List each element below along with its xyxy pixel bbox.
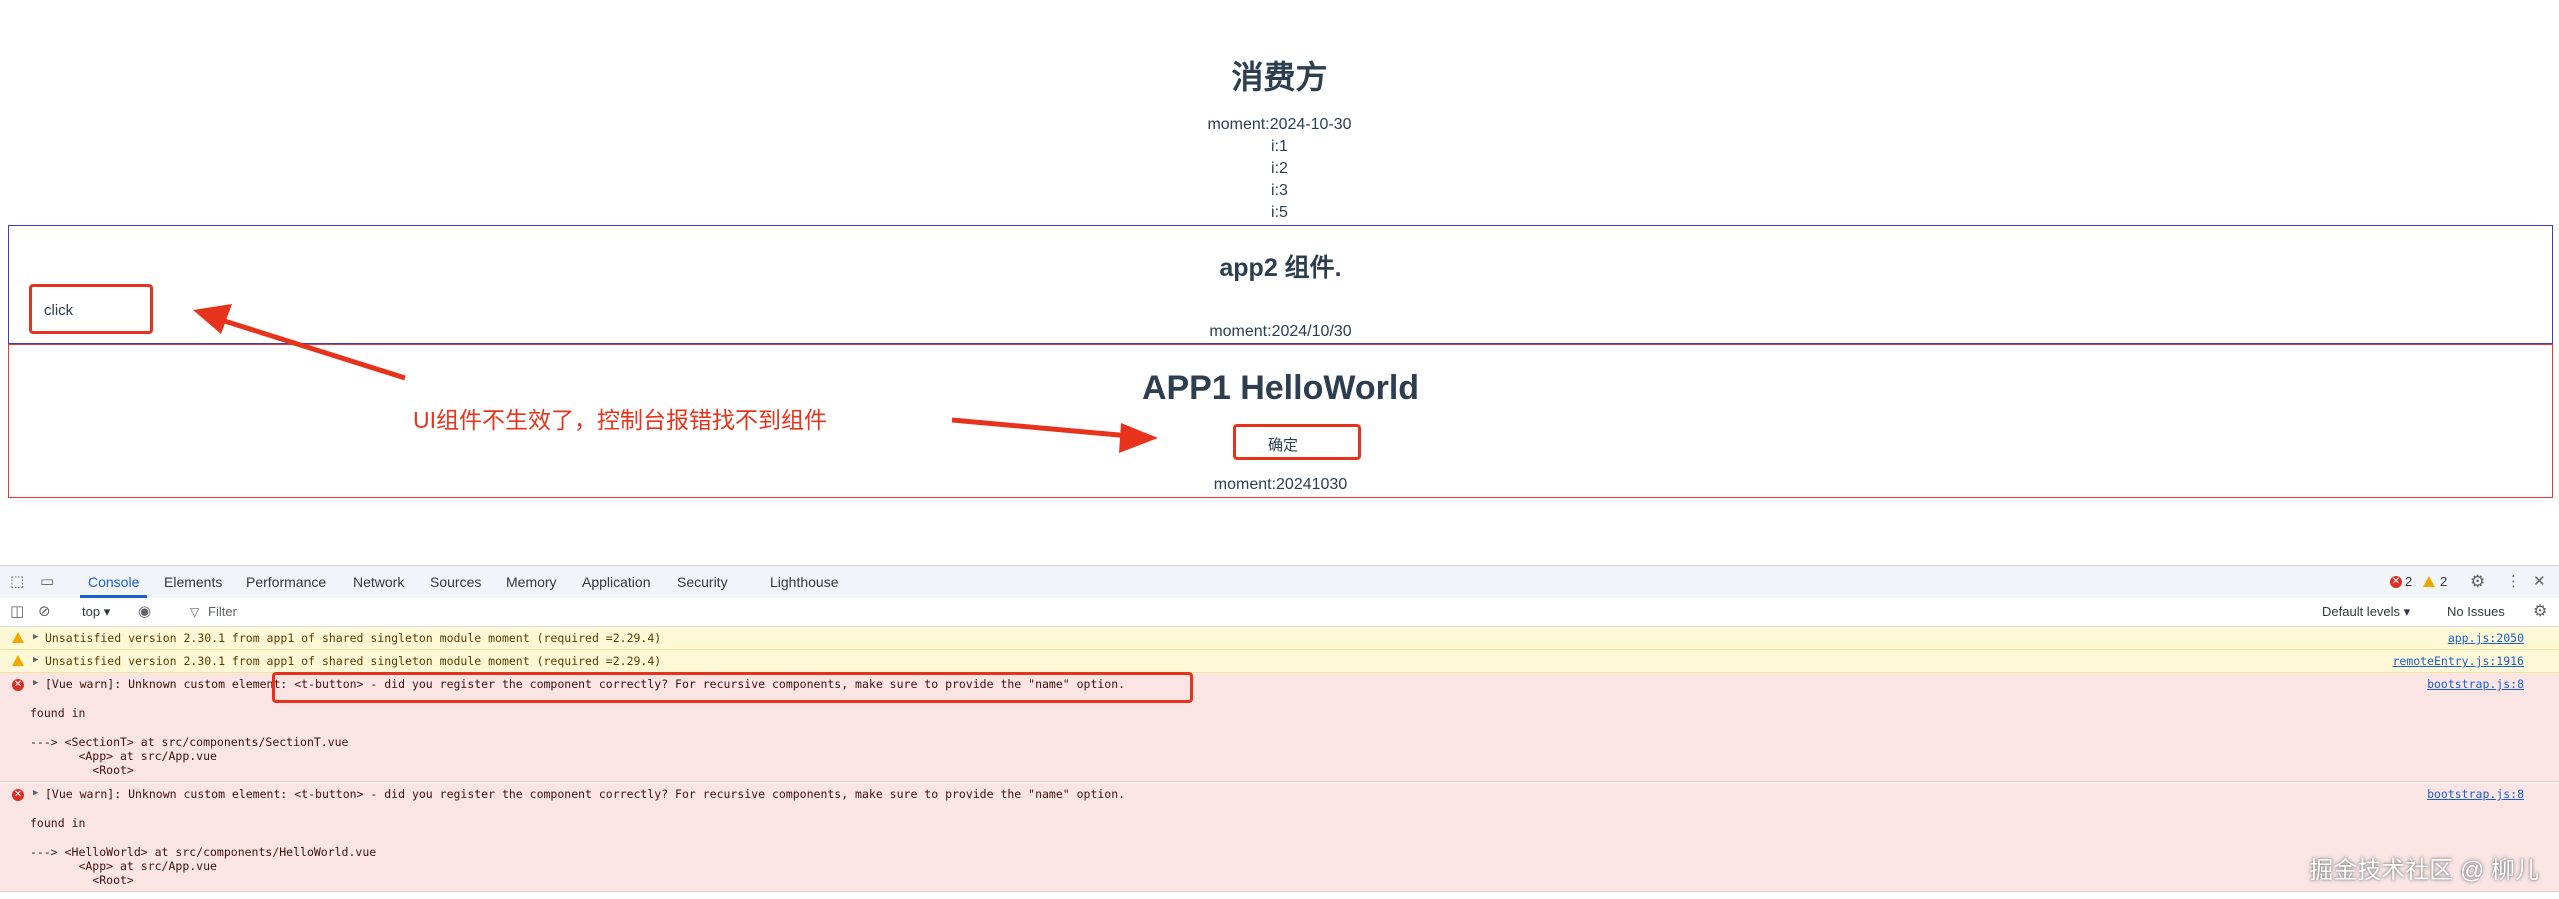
warning-icon xyxy=(12,655,24,666)
filter-icon: ▽ xyxy=(190,605,200,619)
tab-lighthouse[interactable]: Lighthouse xyxy=(770,566,839,598)
error-count-icon[interactable]: ✕ xyxy=(2390,576,2402,588)
close-icon[interactable]: ✕ xyxy=(2533,568,2546,596)
expand-icon[interactable]: ▶ xyxy=(33,655,38,665)
tab-security[interactable]: Security xyxy=(677,566,728,598)
warning-count-icon[interactable] xyxy=(2423,576,2435,587)
filter-input[interactable]: Filter xyxy=(208,598,237,626)
trace-line: <App> at src/App.vue xyxy=(30,859,217,873)
found-in-label: found in xyxy=(30,706,86,720)
console-message[interactable]: ✕ ▶ [Vue warn]: Unknown custom element: … xyxy=(0,783,2559,892)
console-message[interactable]: ▶ Unsatisfied version 2.30.1 from app1 o… xyxy=(0,627,2559,650)
message-text: [Vue warn]: Unknown custom element: <t-b… xyxy=(45,787,1126,801)
tab-performance[interactable]: Performance xyxy=(246,566,326,598)
expand-icon[interactable]: ▶ xyxy=(33,788,38,798)
tab-network[interactable]: Network xyxy=(353,566,404,598)
annotation-text: UI组件不生效了，控制台报错找不到组件 xyxy=(413,407,827,433)
message-text: Unsatisfied version 2.30.1 from app1 of … xyxy=(45,631,662,645)
devtools-tabbar: ⬚ ▭ Console Elements Performance Network… xyxy=(0,566,2559,599)
clear-console-icon[interactable]: ⊘ xyxy=(38,598,51,626)
eye-icon[interactable]: ◉ xyxy=(138,598,151,626)
source-link[interactable]: app.js:2050 xyxy=(2448,631,2524,645)
trace-line: ---> <SectionT> at src/components/Sectio… xyxy=(30,735,349,749)
tab-sources[interactable]: Sources xyxy=(430,566,481,598)
devtools-panel: ⬚ ▭ Console Elements Performance Network… xyxy=(0,565,2559,899)
tab-elements[interactable]: Elements xyxy=(164,566,222,598)
message-text: Unsatisfied version 2.30.1 from app1 of … xyxy=(45,654,662,668)
error-count[interactable]: 2 xyxy=(2405,573,2412,591)
error-icon: ✕ xyxy=(12,679,24,691)
annotation-arrows xyxy=(193,304,1158,453)
sidebar-toggle-icon[interactable]: ◫ xyxy=(10,598,24,626)
settings-gear-icon[interactable]: ⚙ xyxy=(2470,568,2485,596)
expand-icon[interactable]: ▶ xyxy=(33,678,38,688)
console-toolbar: ◫ ⊘ top ▾ ◉ ▽ Filter Default levels ▾ No… xyxy=(0,598,2559,627)
web-page: 消费方 moment:2024-10-30 i:1 i:2 i:3 i:5 ap… xyxy=(0,0,2559,565)
tab-memory[interactable]: Memory xyxy=(506,566,557,598)
source-link[interactable]: bootstrap.js:8 xyxy=(2427,677,2524,691)
source-link[interactable]: remoteEntry.js:1916 xyxy=(2392,654,2524,668)
log-levels-dropdown[interactable]: Default levels ▾ xyxy=(2322,598,2410,626)
arrow-to-confirm-icon xyxy=(951,417,1158,453)
source-link[interactable]: bootstrap.js:8 xyxy=(2427,787,2524,801)
trace-line: <Root> xyxy=(30,873,134,887)
log-levels-label: Default levels xyxy=(2322,604,2401,619)
console-message[interactable]: ▶ Unsatisfied version 2.30.1 from app1 o… xyxy=(0,650,2559,673)
device-toolbar-icon[interactable]: ▭ xyxy=(40,568,54,596)
error-icon: ✕ xyxy=(12,789,24,801)
inspect-element-icon[interactable]: ⬚ xyxy=(10,568,24,596)
found-in-label: found in xyxy=(30,816,86,830)
issues-button[interactable]: No Issues xyxy=(2447,598,2505,626)
trace-line: ---> <HelloWorld> at src/components/Hell… xyxy=(30,845,377,859)
trace-line: <App> at src/App.vue xyxy=(30,749,217,763)
context-label: top xyxy=(82,604,101,619)
warning-icon xyxy=(12,632,24,643)
tab-console[interactable]: Console xyxy=(80,566,148,598)
more-options-icon[interactable]: ⋮ xyxy=(2506,568,2521,596)
tab-application[interactable]: Application xyxy=(582,566,651,598)
warning-count[interactable]: 2 xyxy=(2440,573,2447,591)
watermark: 掘金技术社区 @ 柳儿 xyxy=(2309,857,2539,884)
context-selector[interactable]: top ▾ xyxy=(82,598,110,626)
error-highlight-box xyxy=(272,672,1193,703)
arrow-to-click-icon xyxy=(193,304,406,381)
expand-icon[interactable]: ▶ xyxy=(33,632,38,642)
console-settings-icon[interactable]: ⚙ xyxy=(2533,598,2547,626)
trace-line: <Root> xyxy=(30,763,134,777)
